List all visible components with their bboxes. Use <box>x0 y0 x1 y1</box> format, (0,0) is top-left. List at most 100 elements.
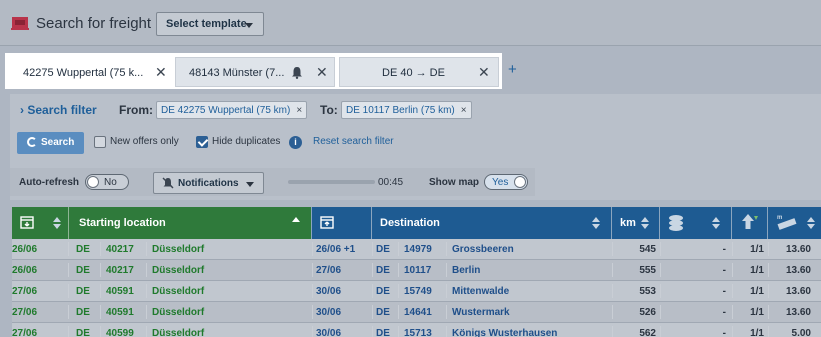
sort-up-icon[interactable] <box>292 217 300 229</box>
auto-refresh-toggle[interactable]: No <box>85 174 129 190</box>
reset-search-filter-link[interactable]: Reset search filter <box>313 136 394 147</box>
to-chip[interactable]: DE 10117 Berlin (75 km) × <box>341 101 472 119</box>
close-icon[interactable]: × <box>296 105 302 116</box>
km-cell: 562 <box>639 328 656 337</box>
cell-divider <box>372 284 373 298</box>
dest-date-cell: 30/06 <box>316 286 342 297</box>
dest-city-cell: Königs Wusterhausen <box>452 328 558 337</box>
cell-divider <box>372 326 373 337</box>
start-country-cell: DE <box>76 307 90 318</box>
starting-location-header[interactable]: Starting location <box>79 217 166 229</box>
refresh-bar: Auto-refresh No Notifications 00:45 Show… <box>10 168 535 196</box>
price-cell: - <box>722 328 726 337</box>
sort-icon[interactable] <box>53 217 61 229</box>
info-icon[interactable]: i <box>289 136 302 149</box>
notifications-button[interactable]: Notifications <box>153 172 264 194</box>
start-country-cell: DE <box>76 286 90 297</box>
tab-wuppertal[interactable]: 42275 Wuppertal (75 k... ✕ <box>9 57 171 87</box>
length-cell: 5.00 <box>791 328 811 337</box>
from-label: From: <box>119 103 153 117</box>
close-icon[interactable]: ✕ <box>155 64 167 81</box>
km-cell: 553 <box>639 286 656 297</box>
dest-country-cell: DE <box>376 307 390 318</box>
tab-de40[interactable]: DE 40 → DE ✕ <box>339 57 499 87</box>
cell-divider <box>372 263 373 277</box>
table-header: Starting location Destination km m <box>12 207 821 239</box>
load-ratio-cell: 1/1 <box>750 265 764 276</box>
table-row[interactable]: 26/06 DE 40217 Düsseldorf 27/06 DE 10117 Berlin… <box>12 260 821 281</box>
search-button-label: Search <box>41 137 75 148</box>
to-label: To: <box>320 103 338 117</box>
notifications-label: Notifications <box>178 178 239 189</box>
price-cell: - <box>722 244 726 255</box>
cell-divider <box>312 284 313 298</box>
from-chip[interactable]: DE 42275 Wuppertal (75 km) × <box>156 101 308 119</box>
cell-divider <box>68 305 69 319</box>
start-zip-cell: 40217 <box>106 265 134 276</box>
km-cell: 545 <box>639 244 656 255</box>
length-cell: 13.60 <box>785 244 811 255</box>
length-header[interactable]: m <box>768 207 821 239</box>
search-button[interactable]: Search <box>17 132 84 154</box>
cell-divider <box>398 242 399 256</box>
tab-muenster[interactable]: 48143 Münster (7... ✕ <box>175 57 335 87</box>
table-row[interactable]: 27/06 DE 40591 Düsseldorf 30/06 DE 14641 Wuster… <box>12 302 821 323</box>
price-header[interactable] <box>660 207 732 239</box>
cell-divider <box>446 305 447 319</box>
cell-divider <box>146 242 147 256</box>
tab-label: DE 40 → DE <box>382 67 445 79</box>
load-ratio-cell: 1/1 <box>750 244 764 255</box>
km-header[interactable]: km <box>620 217 636 229</box>
start-date-cell: 27/06 <box>12 328 38 337</box>
load-arrow-icon <box>742 214 758 229</box>
cell-divider <box>312 263 313 277</box>
cell-divider <box>312 326 313 337</box>
load-ratio-header[interactable] <box>732 207 768 239</box>
cell-divider <box>146 284 147 298</box>
select-template-button[interactable]: Select template <box>156 12 264 36</box>
cell-divider <box>68 284 69 298</box>
close-icon[interactable]: × <box>461 105 467 116</box>
start-date-cell: 26/06 <box>12 265 38 276</box>
length-cell: 13.60 <box>785 307 811 318</box>
toggle-knob <box>514 176 526 188</box>
dest-date-cell: 26/06 +1 <box>316 244 356 255</box>
destination-header[interactable]: Destination <box>380 217 440 229</box>
coins-icon <box>669 215 683 231</box>
sort-icon[interactable] <box>712 217 720 229</box>
start-zip-cell: 40591 <box>106 286 134 297</box>
add-tab-button[interactable]: + <box>508 61 517 78</box>
close-icon[interactable]: ✕ <box>478 64 490 81</box>
cell-divider <box>100 326 101 337</box>
new-offers-label: New offers only <box>110 136 179 147</box>
new-offers-checkbox[interactable] <box>94 136 106 148</box>
show-map-toggle[interactable]: Yes <box>484 174 528 190</box>
cell-divider <box>312 305 313 319</box>
table-row[interactable]: 26/06 DE 40217 Düsseldorf 26/06 +1 DE 14979 Gro… <box>12 239 821 260</box>
arrival-date-header[interactable] <box>312 207 372 239</box>
cell-divider <box>398 284 399 298</box>
hide-duplicates-label: Hide duplicates <box>212 136 281 147</box>
hide-duplicates-checkbox[interactable] <box>196 136 208 148</box>
close-icon[interactable]: ✕ <box>316 64 328 81</box>
cell-divider <box>146 326 147 337</box>
auto-refresh-label: Auto-refresh <box>19 177 80 188</box>
search-filter-toggle[interactable]: › Search filter <box>20 103 97 117</box>
chevron-right-icon: › <box>20 103 24 117</box>
dest-city-cell: Wustermark <box>452 307 510 318</box>
cell-divider <box>68 263 69 277</box>
freight-results-table: Starting location Destination km m 26/06… <box>12 207 821 337</box>
price-cell: - <box>722 286 726 297</box>
price-cell: - <box>722 265 726 276</box>
sort-icon[interactable] <box>807 217 815 229</box>
table-row[interactable]: 27/06 DE 40599 Düsseldorf 30/06 DE 15713 Königs… <box>12 323 821 337</box>
start-country-cell: DE <box>76 244 90 255</box>
toggle-knob <box>87 176 99 188</box>
cell-divider <box>100 263 101 277</box>
cell-divider <box>146 263 147 277</box>
sort-icon[interactable] <box>641 217 649 229</box>
table-row[interactable]: 27/06 DE 40591 Düsseldorf 30/06 DE 15749 Mitten… <box>12 281 821 302</box>
refresh-timer: 00:45 <box>378 177 404 188</box>
sort-icon[interactable] <box>592 217 600 229</box>
cell-divider <box>446 326 447 337</box>
